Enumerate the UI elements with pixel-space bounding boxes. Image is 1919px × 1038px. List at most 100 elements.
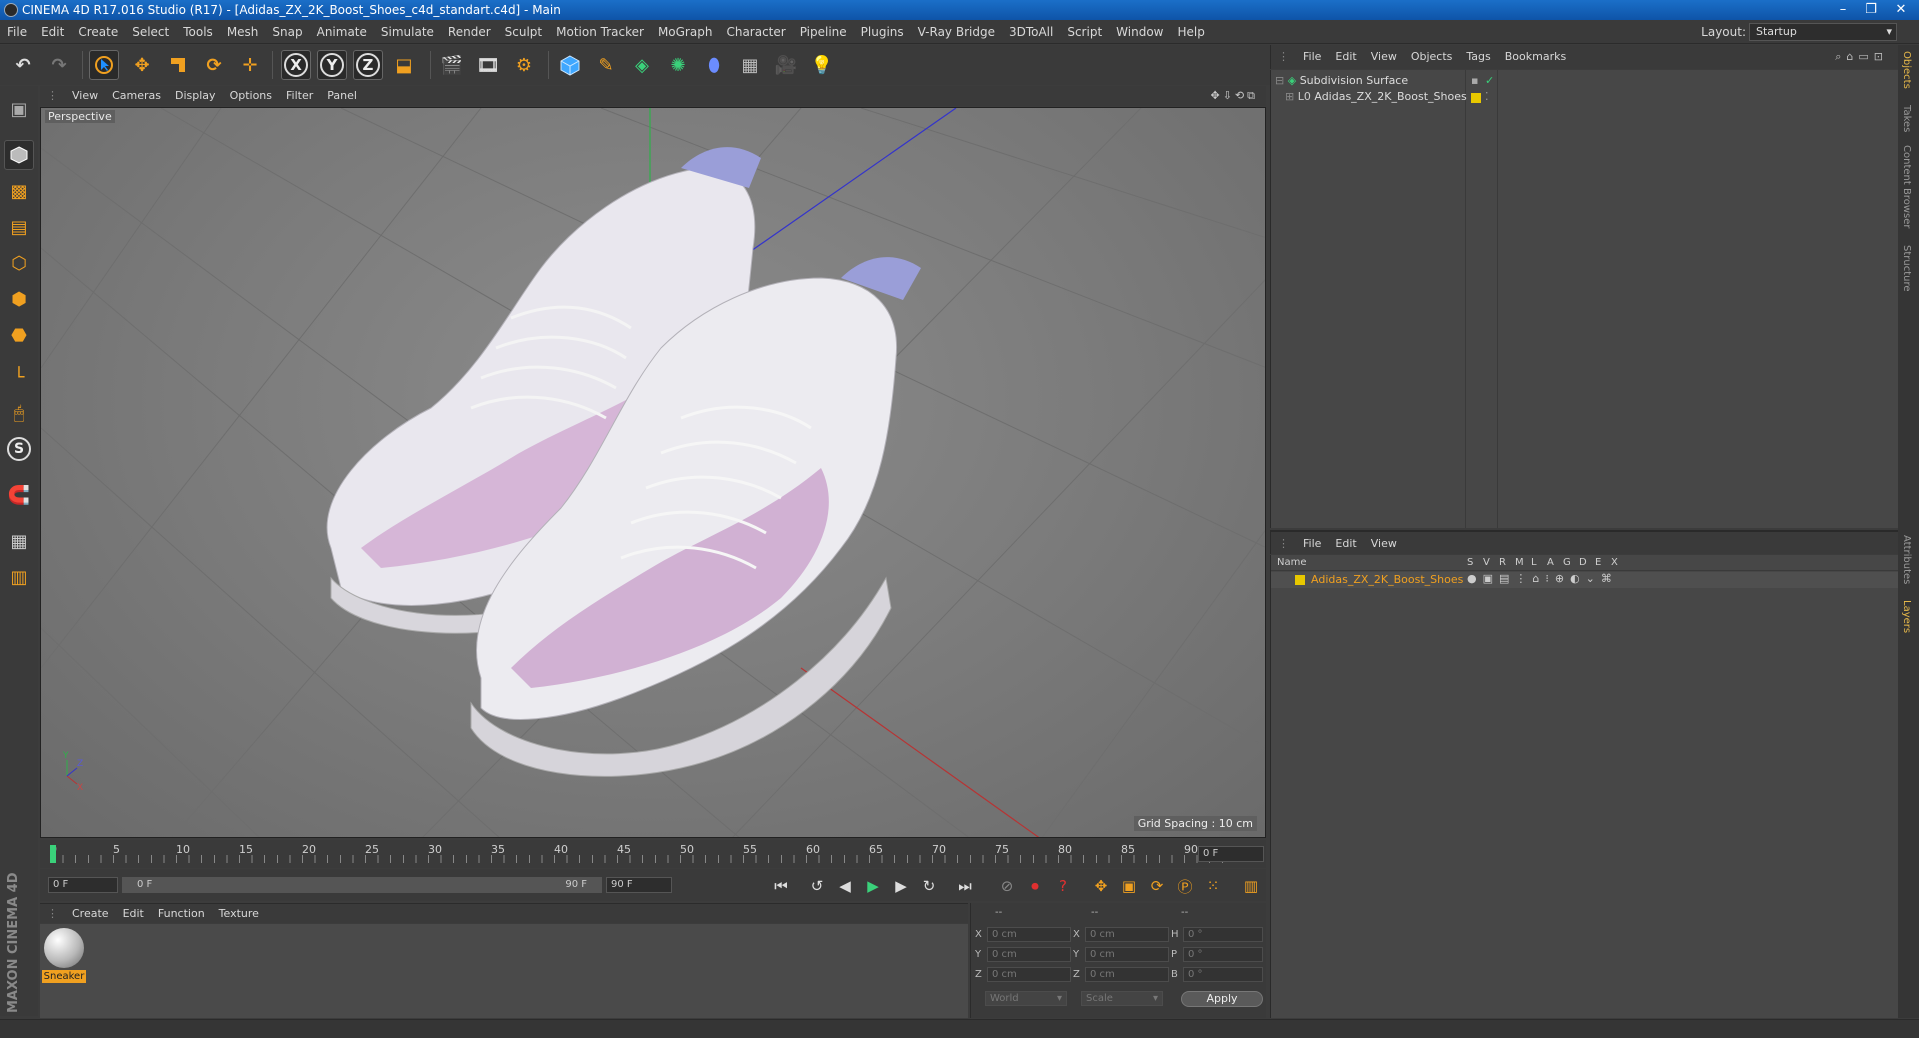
next-key-icon[interactable]: ↻ bbox=[918, 875, 940, 897]
menu-help[interactable]: Help bbox=[1170, 20, 1211, 44]
transform-icon[interactable]: ✛ bbox=[235, 50, 265, 80]
edges-mode-icon[interactable]: ⬢ bbox=[4, 284, 34, 314]
y-axis-lock-button[interactable]: Y bbox=[317, 50, 347, 80]
menu-create[interactable]: Create bbox=[71, 20, 125, 44]
menu-file[interactable]: File bbox=[0, 20, 34, 44]
menu-animate[interactable]: Animate bbox=[310, 20, 374, 44]
floor-icon[interactable]: ▦ bbox=[735, 50, 765, 80]
tab-structure[interactable]: Structure bbox=[1901, 245, 1912, 292]
make-editable-icon[interactable]: ▣ bbox=[4, 94, 34, 124]
move-icon[interactable]: ✥ bbox=[127, 50, 157, 80]
visibility-dots-icon[interactable]: ⁚ bbox=[1485, 90, 1489, 103]
position-y-field[interactable]: 0 cm bbox=[987, 947, 1071, 962]
pla-key-icon[interactable]: ⁙ bbox=[1202, 875, 1224, 897]
workplane-icon[interactable]: ▤ bbox=[4, 212, 34, 242]
objects-menu-view[interactable]: View bbox=[1364, 45, 1404, 69]
snap-icon[interactable]: S bbox=[4, 434, 34, 464]
minimize-button[interactable]: – bbox=[1829, 0, 1857, 18]
go-to-end-icon[interactable]: ⏭ bbox=[954, 875, 976, 897]
timeline-window-icon[interactable]: ▥ bbox=[1240, 875, 1262, 897]
layout-dropdown[interactable]: Startup ▾ bbox=[1749, 23, 1897, 41]
viewport-menu-options[interactable]: Options bbox=[223, 86, 279, 106]
coord-transform-dropdown[interactable]: Scale ▾ bbox=[1081, 991, 1163, 1006]
layers-menu-file[interactable]: File bbox=[1296, 532, 1328, 556]
previous-frame-icon[interactable]: ◀ bbox=[834, 875, 856, 897]
tab-objects[interactable]: Objects bbox=[1901, 51, 1912, 89]
layers-menu-view[interactable]: View bbox=[1364, 532, 1404, 556]
coord-mode-dropdown[interactable]: World ▾ bbox=[985, 991, 1067, 1006]
layer-color-swatch[interactable] bbox=[1471, 93, 1481, 103]
render-region-icon[interactable]: 🎞 bbox=[473, 50, 503, 80]
material-swatch-sneaker[interactable]: Sneaker bbox=[42, 928, 86, 986]
layer-color-swatch[interactable] bbox=[1295, 575, 1305, 585]
viewport-menu-display[interactable]: Display bbox=[168, 86, 223, 106]
coordinate-system-icon[interactable]: ⬓ bbox=[389, 50, 419, 80]
menu-sculpt[interactable]: Sculpt bbox=[498, 20, 549, 44]
rotate-key-icon[interactable]: ⟳ bbox=[1146, 875, 1168, 897]
move-key-icon[interactable]: ✥ bbox=[1090, 875, 1112, 897]
menu-snap[interactable]: Snap bbox=[265, 20, 309, 44]
menu-mesh[interactable]: Mesh bbox=[220, 20, 266, 44]
material-menu-function[interactable]: Function bbox=[151, 904, 212, 924]
points-mode-icon[interactable]: ⬡ bbox=[4, 248, 34, 278]
playhead[interactable] bbox=[50, 845, 56, 863]
frame-range-slider[interactable]: 0 F 90 F bbox=[122, 877, 602, 893]
menu-vray-bridge[interactable]: V-Ray Bridge bbox=[911, 20, 1002, 44]
render-settings-icon[interactable]: ⚙ bbox=[509, 50, 539, 80]
tweak-mode-icon[interactable]: 🖱 bbox=[4, 398, 34, 428]
mograph-cloner-icon[interactable]: ✺ bbox=[663, 50, 693, 80]
position-z-field[interactable]: 0 cm bbox=[987, 967, 1071, 982]
z-axis-lock-button[interactable]: Z bbox=[353, 50, 383, 80]
keyframe-icon[interactable]: ⊘ bbox=[996, 875, 1018, 897]
visibility-toggle-icon[interactable]: ▪ bbox=[1471, 74, 1478, 87]
tab-takes[interactable]: Takes bbox=[1901, 105, 1912, 132]
x-axis-lock-button[interactable]: X bbox=[281, 50, 311, 80]
end-frame-field[interactable]: 90 F bbox=[606, 877, 672, 893]
expand-icon[interactable]: ⊞ bbox=[1285, 90, 1294, 103]
rotation-b-field[interactable]: 0 ° bbox=[1183, 967, 1263, 982]
objects-menu-file[interactable]: File bbox=[1296, 45, 1328, 69]
menu-3dtoall[interactable]: 3DToAll bbox=[1002, 20, 1060, 44]
menu-simulate[interactable]: Simulate bbox=[374, 20, 441, 44]
subdivision-surface-icon[interactable]: ◈ bbox=[627, 50, 657, 80]
menu-render[interactable]: Render bbox=[441, 20, 498, 44]
menu-pipeline[interactable]: Pipeline bbox=[793, 20, 854, 44]
menu-select[interactable]: Select bbox=[125, 20, 176, 44]
menu-edit[interactable]: Edit bbox=[34, 20, 71, 44]
scale-key-icon[interactable]: ▣ bbox=[1118, 875, 1140, 897]
param-key-icon[interactable]: Ⓟ bbox=[1174, 875, 1196, 897]
object-row-shoes[interactable]: ⊞ L0 Adidas_ZX_2K_Boost_Shoes ⁚ bbox=[1285, 90, 1895, 106]
tab-content-browser[interactable]: Content Browser bbox=[1901, 145, 1912, 228]
start-frame-field[interactable]: 0 F bbox=[48, 877, 118, 893]
size-y-field[interactable]: 0 cm bbox=[1085, 947, 1169, 962]
model-mode-icon[interactable] bbox=[4, 140, 34, 170]
viewport-menu-cameras[interactable]: Cameras bbox=[105, 86, 168, 106]
grid-lock-icon[interactable]: ▦ bbox=[4, 526, 34, 556]
render-view-icon[interactable]: 🎬 bbox=[437, 50, 467, 80]
undo-icon[interactable]: ↶ bbox=[8, 50, 38, 80]
redo-icon[interactable]: ↷ bbox=[44, 50, 74, 80]
rotation-h-field[interactable]: 0 ° bbox=[1183, 927, 1263, 942]
layers-menu-edit[interactable]: Edit bbox=[1328, 532, 1363, 556]
enabled-check-icon[interactable]: ✓ bbox=[1485, 74, 1494, 87]
size-x-field[interactable]: 0 cm bbox=[1085, 927, 1169, 942]
material-menu-create[interactable]: Create bbox=[65, 904, 116, 924]
objects-menu-bookmarks[interactable]: Bookmarks bbox=[1498, 45, 1573, 69]
current-frame-field[interactable]: 0 F bbox=[1198, 846, 1264, 862]
light-icon[interactable]: 💡 bbox=[807, 50, 837, 80]
play-icon[interactable]: ▶ bbox=[862, 875, 884, 897]
size-z-field[interactable]: 0 cm bbox=[1085, 967, 1169, 982]
pen-spline-icon[interactable]: ✎ bbox=[591, 50, 621, 80]
menu-script[interactable]: Script bbox=[1060, 20, 1109, 44]
viewport-nav-icons[interactable]: ✥⇩⟲⧉ bbox=[1210, 89, 1258, 103]
rotation-p-field[interactable]: 0 ° bbox=[1183, 947, 1263, 962]
record-icon[interactable]: ⏺ bbox=[1024, 875, 1046, 897]
camera-icon[interactable]: 🎥 bbox=[771, 50, 801, 80]
maximize-button[interactable]: ❐ bbox=[1857, 0, 1885, 18]
material-menu-texture[interactable]: Texture bbox=[212, 904, 266, 924]
polygons-mode-icon[interactable]: ⬣ bbox=[4, 320, 34, 350]
object-row-subdivision[interactable]: ⊟ ◈ Subdivision Surface ▪ ✓ bbox=[1275, 74, 1895, 90]
menu-window[interactable]: Window bbox=[1109, 20, 1170, 44]
timeline-ruler[interactable]: 0 5 10 15 20 25 30 35 40 45 50 55 60 65 … bbox=[40, 840, 1266, 868]
workplane-lock-icon[interactable]: ▥ bbox=[4, 562, 34, 592]
